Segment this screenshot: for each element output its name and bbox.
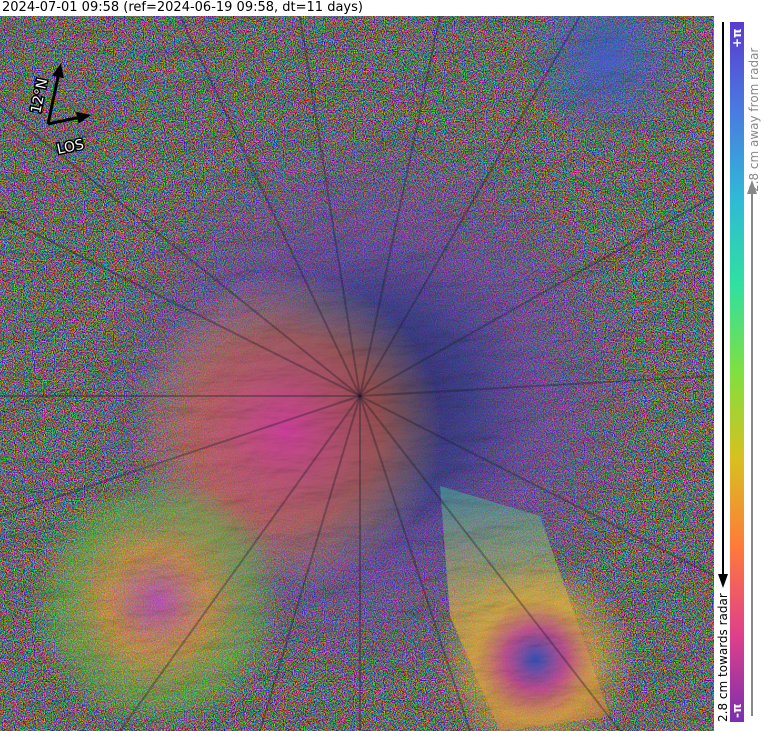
colorbar-gradient [730, 22, 744, 722]
towards-label: 2.8 cm towards radar [716, 593, 730, 722]
colorbar-min-label: -π [730, 704, 744, 718]
figure-title: 2024-07-01 09:58 (ref=2024-06-19 09:58, … [2, 0, 363, 15]
phase-colorbar: 2.8 cm towards radar 2.8 cm away from ra… [716, 22, 761, 722]
interferogram-map: 12°N LOS [0, 16, 714, 731]
colorbar-max-label: +π [730, 28, 744, 48]
away-label: 2.8 cm away from radar [747, 48, 761, 192]
towards-arrow-icon [718, 574, 728, 588]
